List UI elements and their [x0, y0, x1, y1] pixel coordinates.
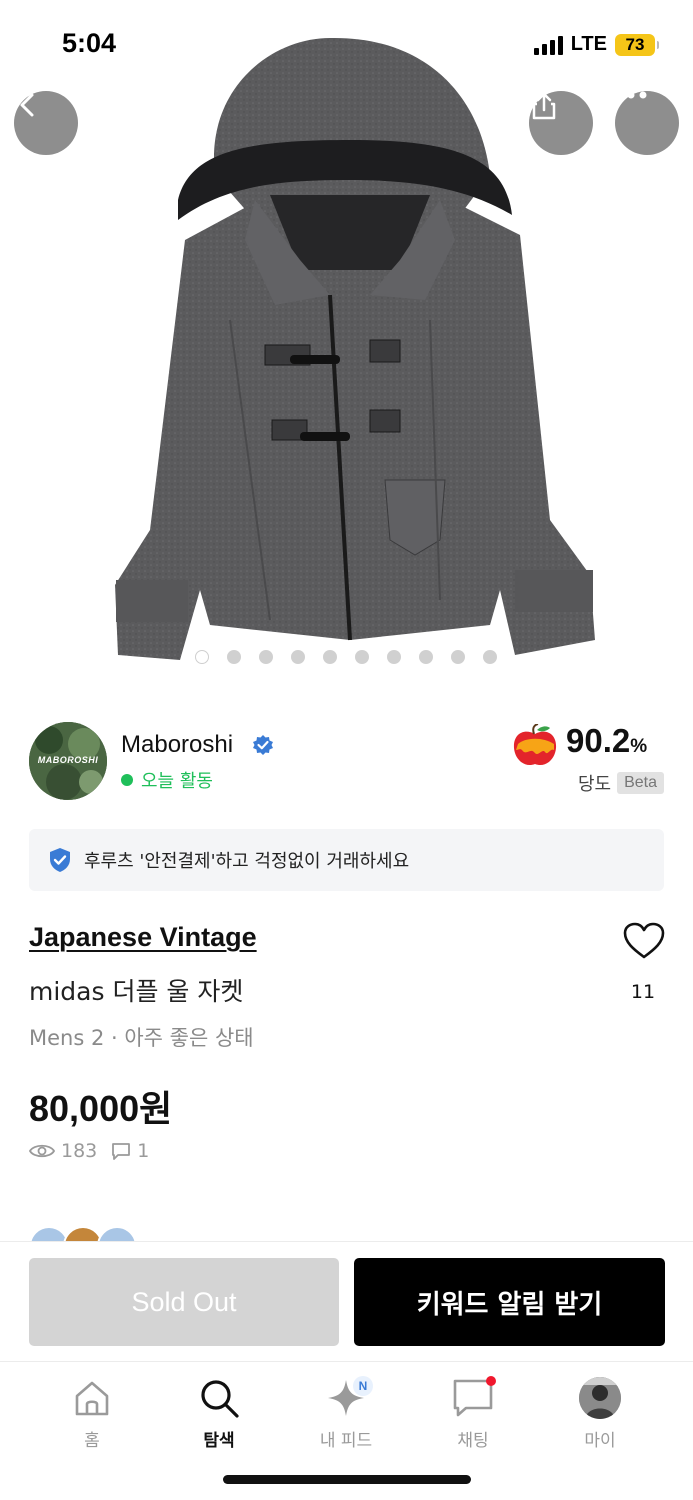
product-price: 80,000원 [29, 1088, 173, 1129]
battery-icon: 73 [615, 33, 659, 56]
like-button[interactable] [620, 922, 668, 964]
activity-text: 오늘 활동 [141, 771, 213, 792]
new-badge: N [353, 1376, 373, 1396]
network-label: LTE [570, 33, 607, 55]
carousel-dot-active[interactable] [195, 650, 209, 664]
back-button[interactable] [14, 91, 78, 155]
sweetness-score: 90.2% [566, 722, 647, 760]
home-indicator[interactable] [223, 1475, 471, 1484]
tab-chat[interactable]: 채팅 [418, 1374, 528, 1451]
shield-check-icon [50, 848, 70, 872]
view-count: 183 [61, 1140, 98, 1162]
tab-my[interactable]: 마이 [545, 1374, 655, 1451]
eye-icon [29, 1144, 55, 1158]
carousel-dot[interactable] [483, 650, 497, 664]
online-dot-icon [121, 774, 133, 786]
related-avatars-peek [29, 1226, 139, 1242]
status-bar: 5:04 LTE 73 [0, 0, 693, 90]
like-count: 11 [630, 981, 656, 1003]
carousel-dot[interactable] [323, 650, 337, 664]
avatar-logo-text: MABOROSHI [37, 755, 99, 765]
seller-avatar[interactable]: MABOROSHI [29, 722, 107, 800]
tab-home-label: 홈 [84, 1431, 100, 1451]
carousel-dot[interactable] [355, 650, 369, 664]
profile-icon [579, 1377, 621, 1419]
tab-my-label: 마이 [584, 1431, 616, 1451]
product-title: midas 더플 울 자켓 [29, 977, 244, 1006]
score-unit: % [630, 736, 648, 757]
score-value: 90.2 [566, 722, 631, 759]
sold-out-button[interactable]: Sold Out [29, 1258, 339, 1346]
product-stats: 183 1 [29, 1140, 149, 1162]
activity-status: 오늘 활동 [121, 767, 213, 793]
home-icon [75, 1381, 109, 1416]
status-indicators: LTE 73 [533, 33, 659, 56]
sweetness-label: 당도 [577, 774, 612, 795]
action-bar: Sold Out 키워드 알림 받기 [0, 1241, 693, 1363]
safe-payment-text: 후루츠 '안전결제'하고 걱정없이 거래하세요 [84, 851, 410, 872]
safe-payment-banner[interactable]: 후루츠 '안전결제'하고 걱정없이 거래하세요 [29, 829, 664, 891]
status-time: 5:04 [62, 28, 117, 58]
apple-score-icon [513, 724, 557, 766]
tab-explore[interactable]: 탐색 [164, 1374, 274, 1451]
carousel-dot[interactable] [387, 650, 401, 664]
carousel-dot[interactable] [451, 650, 465, 664]
verified-badge-icon [253, 735, 273, 755]
share-button[interactable] [529, 91, 593, 155]
tab-chat-label: 채팅 [457, 1431, 489, 1451]
sweetness-label-row[interactable]: 당도 Beta [578, 770, 664, 796]
carousel-dot[interactable] [419, 650, 433, 664]
comment-count: 1 [137, 1140, 150, 1162]
carousel-dots [195, 650, 497, 664]
tab-my-feed-label: 내 피드 [319, 1431, 373, 1451]
product-image-carousel[interactable]: 5:04 LTE 73 [0, 0, 693, 690]
search-icon [201, 1380, 239, 1418]
carousel-dot[interactable] [227, 650, 241, 664]
tab-explore-label: 탐색 [203, 1431, 235, 1451]
back-arrow-icon [20, 93, 34, 117]
signal-icon [533, 35, 563, 55]
heart-icon [623, 922, 665, 959]
unread-dot-icon [486, 1376, 496, 1386]
more-icon [615, 91, 647, 99]
comment-icon [112, 1143, 131, 1160]
seller-name[interactable]: Maboroshi [121, 731, 233, 759]
keyword-alert-button[interactable]: 키워드 알림 받기 [354, 1258, 665, 1346]
carousel-dot[interactable] [259, 650, 273, 664]
profile-photo [579, 1377, 621, 1419]
product-meta: Mens 2 · 아주 좋은 상태 [29, 1026, 254, 1050]
share-icon [532, 92, 556, 120]
more-button[interactable] [615, 91, 679, 155]
tab-home[interactable]: 홈 [37, 1374, 147, 1451]
tab-my-feed[interactable]: N 내 피드 [291, 1374, 401, 1451]
battery-level: 73 [625, 34, 645, 54]
brand-link[interactable]: Japanese Vintage [29, 922, 257, 953]
product-photo [115, 37, 595, 660]
beta-badge: Beta [617, 772, 664, 794]
carousel-dot[interactable] [291, 650, 305, 664]
